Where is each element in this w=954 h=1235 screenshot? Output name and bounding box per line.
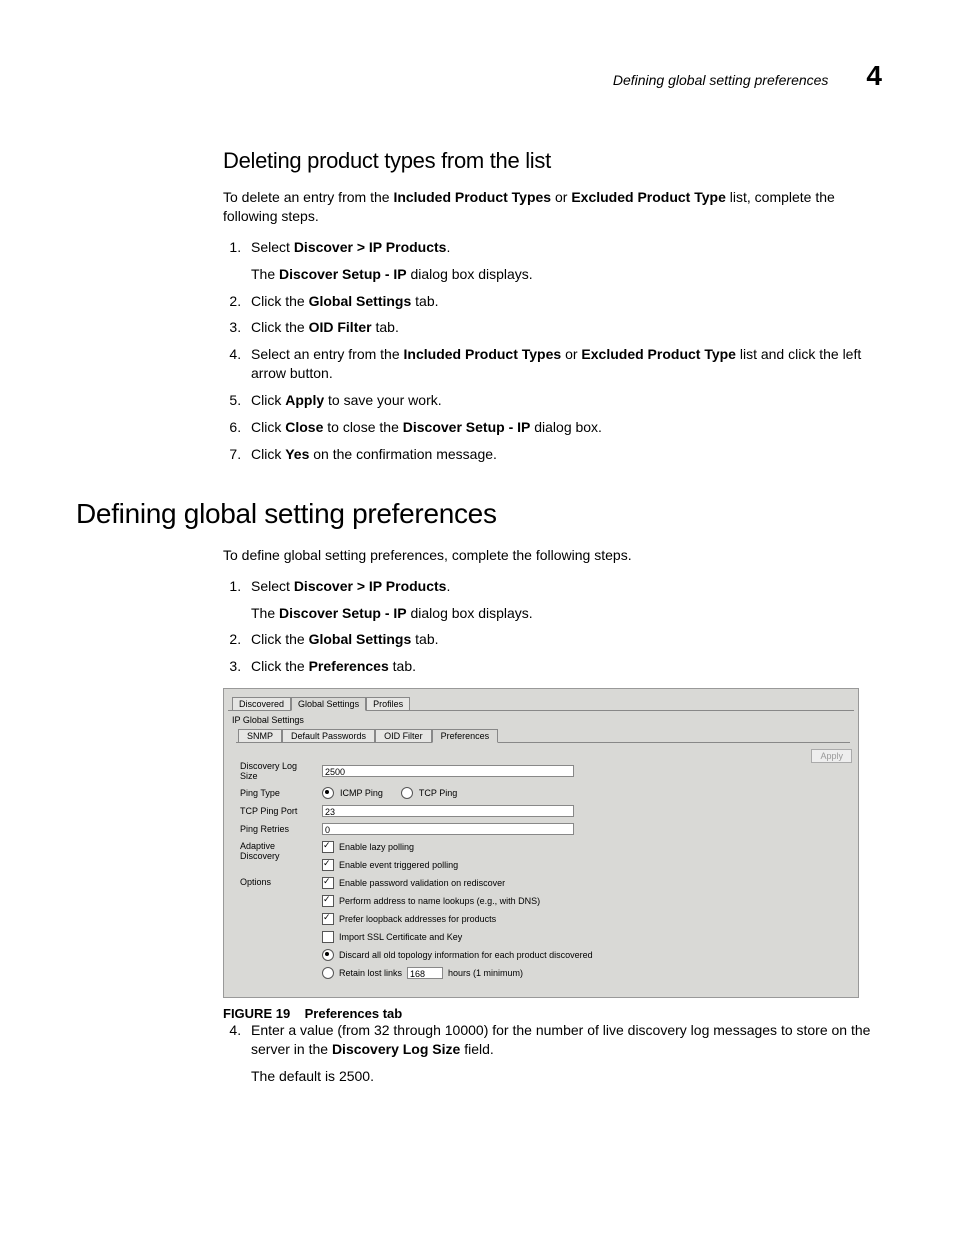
checkbox-ssl-label: Import SSL Certificate and Key (339, 932, 462, 942)
checkbox-password-validation-label: Enable password validation on rediscover (339, 878, 505, 888)
list-item: Click Close to close the Discover Setup … (245, 418, 882, 437)
retain-hours-unit: hours (1 minimum) (448, 968, 523, 978)
checkbox-lazy-polling-label: Enable lazy polling (339, 842, 414, 852)
tab-profiles[interactable]: Profiles (366, 697, 410, 710)
radio-icmp-ping[interactable] (322, 787, 334, 799)
header-title: Defining global setting preferences (613, 72, 829, 88)
tab-global-settings[interactable]: Global Settings (291, 697, 366, 711)
tab-default-passwords[interactable]: Default Passwords (282, 729, 375, 742)
list-item: Click Yes on the confirmation message. (245, 445, 882, 464)
checkbox-dns-lookup-label: Perform address to name lookups (e.g., w… (339, 896, 540, 906)
radio-tcp-ping[interactable] (401, 787, 413, 799)
list-item: Select Discover > IP Products. The Disco… (245, 238, 882, 284)
list-item: Click the Global Settings tab. (245, 292, 882, 311)
tab-oid-filter[interactable]: OID Filter (375, 729, 432, 742)
figure-caption-label: FIGURE 19 (223, 1006, 290, 1021)
discovery-log-size-input[interactable]: 2500 (322, 765, 574, 777)
checkbox-loopback-label: Prefer loopback addresses for products (339, 914, 496, 924)
section-heading-delete: Deleting product types from the list (223, 148, 882, 174)
checkbox-password-validation[interactable] (322, 877, 334, 889)
checkbox-event-polling[interactable] (322, 859, 334, 871)
list-item: Click Apply to save your work. (245, 391, 882, 410)
section2-steps-cont: Enter a value (from 32 through 10000) fo… (223, 1021, 882, 1086)
tab-discovered[interactable]: Discovered (232, 697, 291, 710)
label-ping-retries: Ping Retries (240, 824, 316, 834)
tcp-ping-port-input[interactable]: 23 (322, 805, 574, 817)
section-heading-define: Defining global setting preferences (76, 498, 882, 530)
checkbox-dns-lookup[interactable] (322, 895, 334, 907)
label-tcp-port: TCP Ping Port (240, 806, 316, 816)
label-ping-type: Ping Type (240, 788, 316, 798)
radio-discard-topology-label: Discard all old topology information for… (339, 950, 593, 960)
radio-retain-links[interactable] (322, 967, 334, 979)
section1-steps: Select Discover > IP Products. The Disco… (223, 238, 882, 464)
checkbox-loopback[interactable] (322, 913, 334, 925)
checkbox-ssl[interactable] (322, 931, 334, 943)
panel-title: IP Global Settings (232, 715, 854, 725)
section1-intro: To delete an entry from the Included Pro… (223, 188, 882, 226)
apply-button[interactable]: Apply (811, 749, 852, 763)
running-header: Defining global setting preferences 4 (76, 60, 882, 92)
tab-preferences[interactable]: Preferences (432, 729, 499, 743)
label-log-size: Discovery Log Size (240, 761, 316, 781)
tab-snmp[interactable]: SNMP (238, 729, 282, 742)
checkbox-lazy-polling[interactable] (322, 841, 334, 853)
radio-discard-topology[interactable] (322, 949, 334, 961)
section2-steps: Select Discover > IP Products. The Disco… (223, 577, 882, 677)
chapter-number: 4 (866, 60, 882, 92)
retain-hours-input[interactable]: 168 (407, 967, 443, 979)
list-item: Enter a value (from 32 through 10000) fo… (245, 1021, 882, 1086)
list-item: Click the Preferences tab. (245, 657, 882, 676)
label-adaptive: Adaptive Discovery (240, 841, 316, 861)
list-item: Click the OID Filter tab. (245, 318, 882, 337)
figure-caption-text: Preferences tab (305, 1006, 403, 1021)
checkbox-event-polling-label: Enable event triggered polling (339, 860, 458, 870)
radio-tcp-ping-label: TCP Ping (419, 788, 457, 798)
figure-preferences-tab: Discovered Global Settings Profiles IP G… (223, 688, 859, 998)
radio-retain-links-label: Retain lost links (339, 968, 402, 978)
radio-icmp-ping-label: ICMP Ping (340, 788, 383, 798)
list-item: Select an entry from the Included Produc… (245, 345, 882, 383)
section2-intro: To define global setting preferences, co… (223, 546, 882, 565)
figure-caption: FIGURE 19 Preferences tab (223, 1006, 882, 1021)
ping-retries-input[interactable]: 0 (322, 823, 574, 835)
label-options: Options (240, 877, 316, 887)
list-item: Click the Global Settings tab. (245, 630, 882, 649)
list-item: Select Discover > IP Products. The Disco… (245, 577, 882, 623)
